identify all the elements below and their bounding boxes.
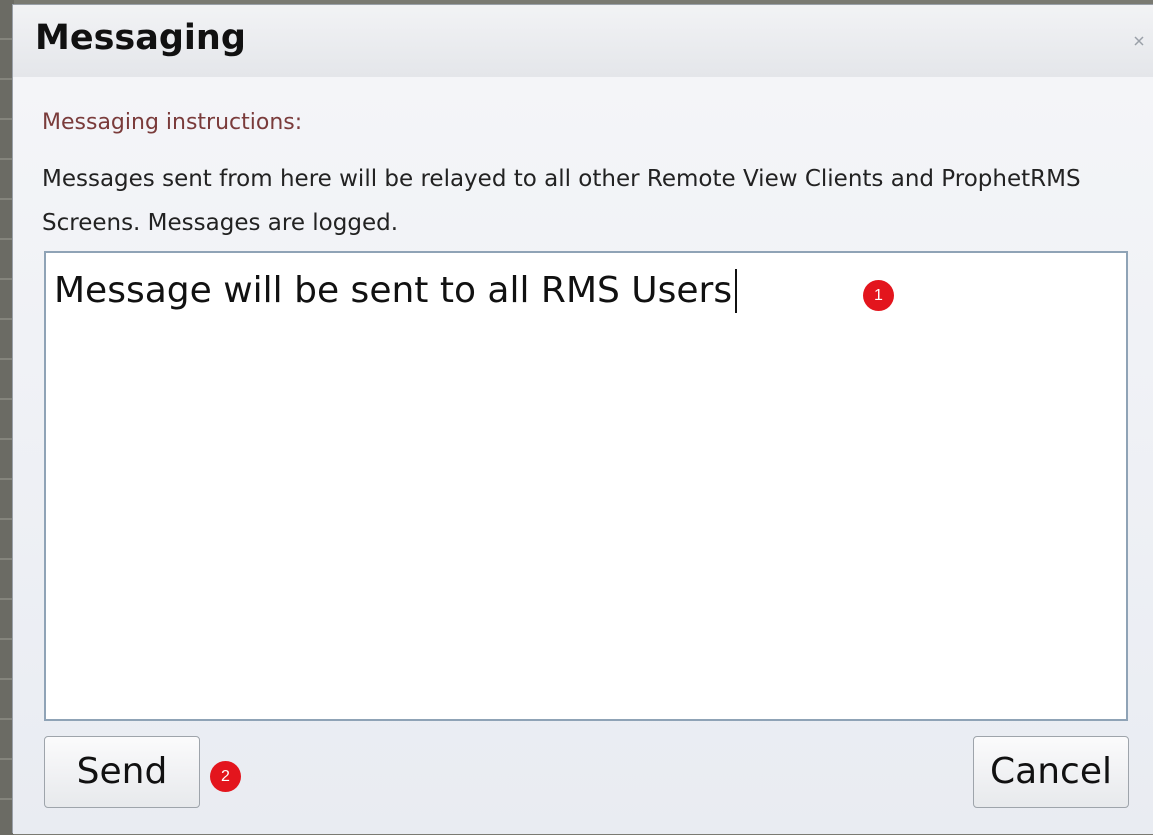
message-textarea[interactable]: Message will be sent to all RMS Users [44, 251, 1128, 721]
send-button[interactable]: Send [44, 736, 200, 808]
dialog-title: Messaging [35, 18, 246, 58]
message-text: Message will be sent to all RMS Users [54, 270, 733, 311]
text-caret [735, 269, 738, 313]
message-input-value[interactable]: Message will be sent to all RMS Users [54, 269, 738, 313]
instructions-text: Messages sent from here will be relayed … [42, 166, 1081, 236]
dialog-titlebar: Messaging [13, 5, 1153, 77]
step-1-badge: 1 [863, 280, 894, 311]
instructions-label: Messaging instructions: [42, 110, 303, 135]
messaging-dialog: Messaging Messaging instructions: Messag… [12, 4, 1153, 834]
step-2-badge: 2 [210, 761, 241, 792]
close-icon[interactable] [1132, 35, 1146, 49]
close-icon-glyph [1134, 36, 1144, 46]
dialog-content: Messaging instructions: Messages sent fr… [13, 77, 1153, 834]
cancel-button[interactable]: Cancel [973, 736, 1129, 808]
